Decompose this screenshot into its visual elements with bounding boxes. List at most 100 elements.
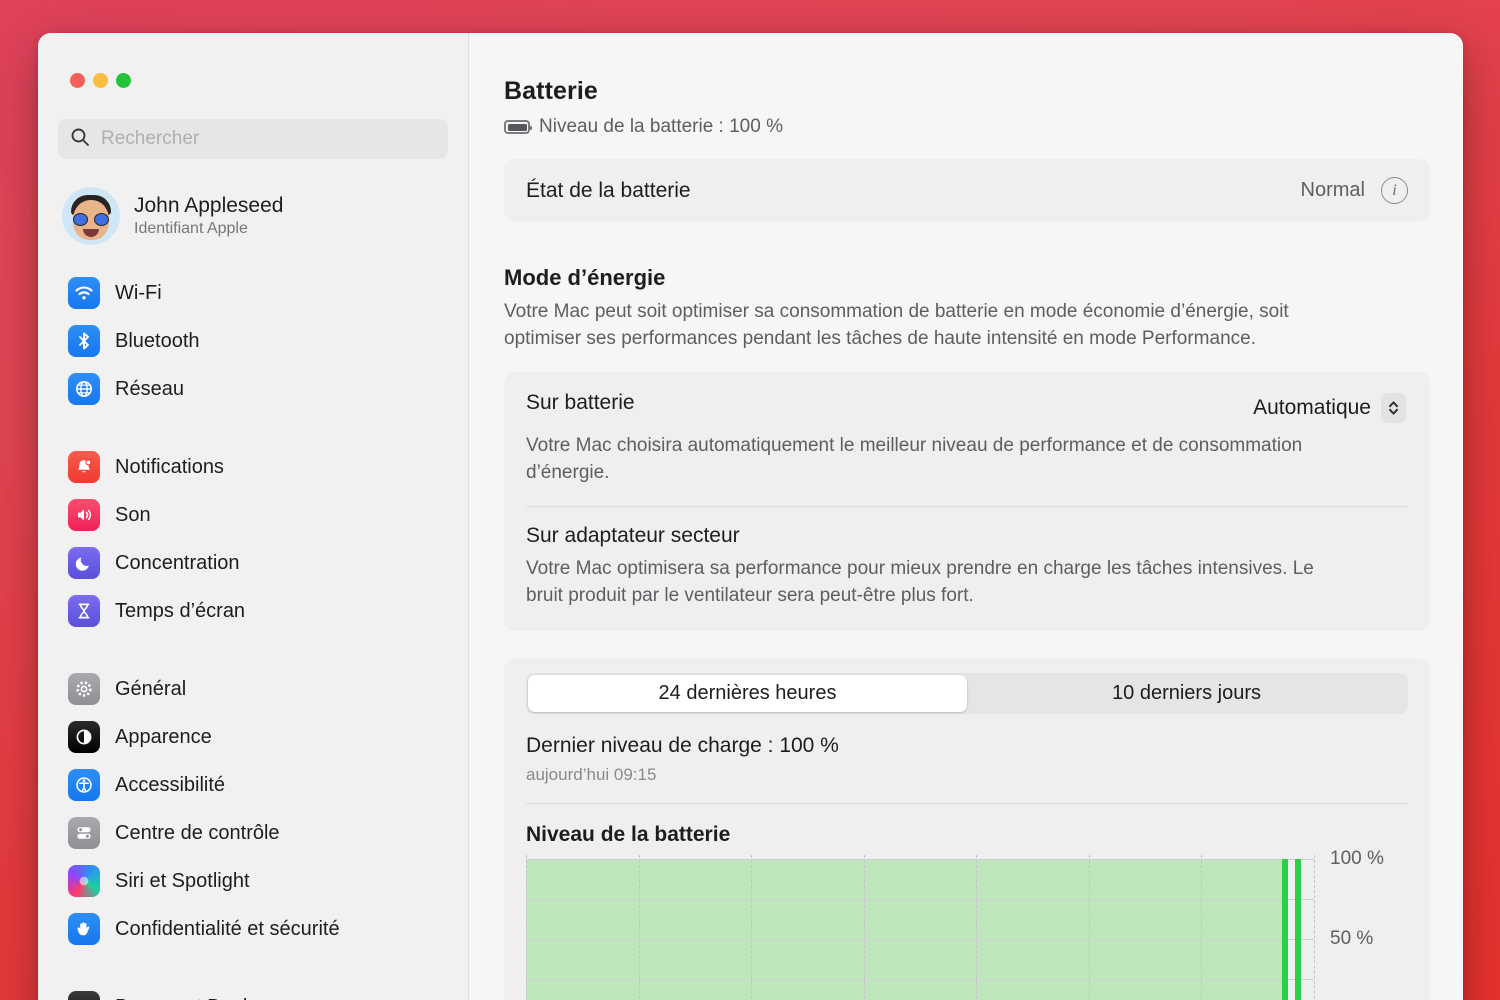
- zoom-button[interactable]: [116, 73, 131, 88]
- usage-divider: [526, 803, 1408, 804]
- chart-y-axis: 100 %50 %0 %: [1314, 859, 1408, 1000]
- sidebar-item-desktop-dock[interactable]: Bureau et Dock: [38, 983, 468, 1000]
- on-battery-popup-button[interactable]: Automatique: [1245, 391, 1408, 425]
- account-subtitle: Identifiant Apple: [134, 220, 283, 238]
- on-adapter-block: Sur adaptateur secteur Votre Mac optimis…: [504, 507, 1430, 629]
- sidebar: John Appleseed Identifiant Apple Wi-Fi: [38, 33, 469, 1000]
- chart-gridline-horizontal: [526, 899, 1314, 900]
- sidebar-item-label: Centre de contrôle: [115, 822, 280, 845]
- sidebar-item-screen-time[interactable]: Temps d’écran: [38, 587, 468, 635]
- energy-mode-title: Mode d’énergie: [504, 265, 1430, 291]
- search-input[interactable]: [101, 128, 436, 150]
- on-battery-label: Sur batterie: [526, 391, 635, 415]
- sidebar-item-control-center[interactable]: Centre de contrôle: [38, 809, 468, 857]
- battery-usage-card: 24 dernières heures 10 derniers jours De…: [504, 658, 1430, 1000]
- chart-gridline-vertical: [526, 855, 527, 1000]
- sidebar-item-bluetooth[interactable]: Bluetooth: [38, 317, 468, 365]
- tab-last-24-hours[interactable]: 24 dernières heures: [528, 675, 967, 712]
- chart-gridline-horizontal: [526, 979, 1314, 980]
- sidebar-item-label: Bureau et Dock: [115, 996, 253, 1000]
- sidebar-item-label: Bluetooth: [115, 330, 200, 353]
- battery-icon: [504, 120, 530, 134]
- bluetooth-icon: [68, 325, 100, 357]
- account-name: John Appleseed: [134, 194, 283, 218]
- on-adapter-label: Sur adaptateur secteur: [526, 524, 740, 548]
- tab-label: 24 dernières heures: [659, 682, 837, 705]
- chart-y-tick-label: 50 %: [1330, 928, 1373, 950]
- sidebar-item-siri-spotlight[interactable]: Siri et Spotlight: [38, 857, 468, 905]
- sidebar-item-accessibility[interactable]: Accessibilité: [38, 761, 468, 809]
- sidebar-item-general[interactable]: Général: [38, 665, 468, 713]
- system-settings-window: John Appleseed Identifiant Apple Wi-Fi: [38, 33, 1463, 1000]
- chart-gridline-vertical: [976, 855, 977, 1000]
- energy-mode-description: Votre Mac peut soit optimiser sa consomm…: [504, 299, 1369, 353]
- energy-mode-section-header: Mode d’énergie Votre Mac peut soit optim…: [504, 265, 1430, 353]
- sidebar-item-privacy-security[interactable]: Confidentialité et sécurité: [38, 905, 468, 953]
- sidebar-item-label: Général: [115, 678, 186, 701]
- on-adapter-description: Votre Mac optimisera sa performance pour…: [526, 556, 1316, 610]
- sidebar-item-label: Wi-Fi: [115, 282, 162, 305]
- chevron-updown-icon: [1381, 393, 1406, 423]
- desktop-dock-icon: [68, 991, 100, 1000]
- on-battery-block: Sur batterie Automatique Votre Mac chois…: [504, 374, 1430, 506]
- chart-gridline-vertical: [1201, 855, 1202, 1000]
- sidebar-group-connectivity: Wi-Fi Bluetooth: [38, 269, 468, 413]
- usage-range-segmented-control[interactable]: 24 dernières heures 10 derniers jours: [526, 673, 1408, 714]
- page-title: Batterie: [504, 77, 1430, 106]
- last-charge-time: aujourd’hui 09:15: [526, 765, 1408, 785]
- sidebar-item-focus[interactable]: Concentration: [38, 539, 468, 587]
- sidebar-item-label: Siri et Spotlight: [115, 870, 250, 893]
- energy-mode-card: Sur batterie Automatique Votre Mac chois…: [504, 372, 1430, 631]
- sidebar-item-sound[interactable]: Son: [38, 491, 468, 539]
- battery-health-value: Normal: [1301, 179, 1365, 202]
- network-globe-icon: [68, 373, 100, 405]
- sidebar-item-label: Confidentialité et sécurité: [115, 918, 340, 941]
- chart-gridline-vertical: [864, 855, 865, 1000]
- sidebar-item-label: Son: [115, 504, 151, 527]
- chart-spike-bar: [1282, 859, 1288, 1000]
- bell-icon: [68, 451, 100, 483]
- chart-y-tick-label: 100 %: [1330, 848, 1384, 870]
- wifi-icon: [68, 277, 100, 309]
- sidebar-item-network[interactable]: Réseau: [38, 365, 468, 413]
- sidebar-item-label: Concentration: [115, 552, 240, 575]
- minimize-button[interactable]: [93, 73, 108, 88]
- hand-privacy-icon: [68, 913, 100, 945]
- sidebar-group-alerts: Notifications Son Concentration: [38, 443, 468, 635]
- chart-title: Niveau de la batterie: [526, 823, 1408, 847]
- sidebar-item-wifi[interactable]: Wi-Fi: [38, 269, 468, 317]
- on-battery-selected-value: Automatique: [1253, 396, 1371, 420]
- sidebar-item-label: Réseau: [115, 378, 184, 401]
- battery-level-row: Niveau de la batterie : 100 %: [504, 116, 1430, 138]
- search-field[interactable]: [58, 119, 448, 159]
- speaker-icon: [68, 499, 100, 531]
- battery-level-text: Niveau de la batterie : 100 %: [539, 116, 783, 138]
- chart-plot-area: [526, 859, 1314, 1000]
- last-charge-label: Dernier niveau de charge : 100 %: [526, 734, 1408, 758]
- battery-health-row[interactable]: État de la batterie Normal i: [504, 159, 1430, 222]
- sidebar-group-system: Général Apparence: [38, 665, 468, 953]
- appearance-contrast-icon: [68, 721, 100, 753]
- accessibility-icon: [68, 769, 100, 801]
- info-icon[interactable]: i: [1381, 177, 1408, 204]
- gear-icon: [68, 673, 100, 705]
- chart-spike-bar: [1295, 859, 1301, 1000]
- chart-gridline-horizontal: [526, 859, 1314, 860]
- battery-health-label: État de la batterie: [526, 179, 691, 203]
- sidebar-item-label: Temps d’écran: [115, 600, 245, 623]
- sidebar-item-label: Apparence: [115, 726, 212, 749]
- apple-account-item[interactable]: John Appleseed Identifiant Apple: [62, 181, 468, 251]
- sidebar-item-label: Accessibilité: [115, 774, 225, 797]
- sidebar-item-appearance[interactable]: Apparence: [38, 713, 468, 761]
- battery-level-chart: 100 %50 %0 % 12 h15182100 h030609: [526, 859, 1408, 1000]
- window-traffic-lights: [38, 33, 468, 88]
- tab-last-10-days[interactable]: 10 derniers jours: [967, 675, 1406, 712]
- on-battery-description: Votre Mac choisira automatiquement le me…: [526, 433, 1316, 487]
- chart-gridline-vertical: [751, 855, 752, 1000]
- hourglass-icon: [68, 595, 100, 627]
- sidebar-item-notifications[interactable]: Notifications: [38, 443, 468, 491]
- sidebar-item-label: Notifications: [115, 456, 224, 479]
- control-center-icon: [68, 817, 100, 849]
- chart-gridline-vertical: [1089, 855, 1090, 1000]
- close-button[interactable]: [70, 73, 85, 88]
